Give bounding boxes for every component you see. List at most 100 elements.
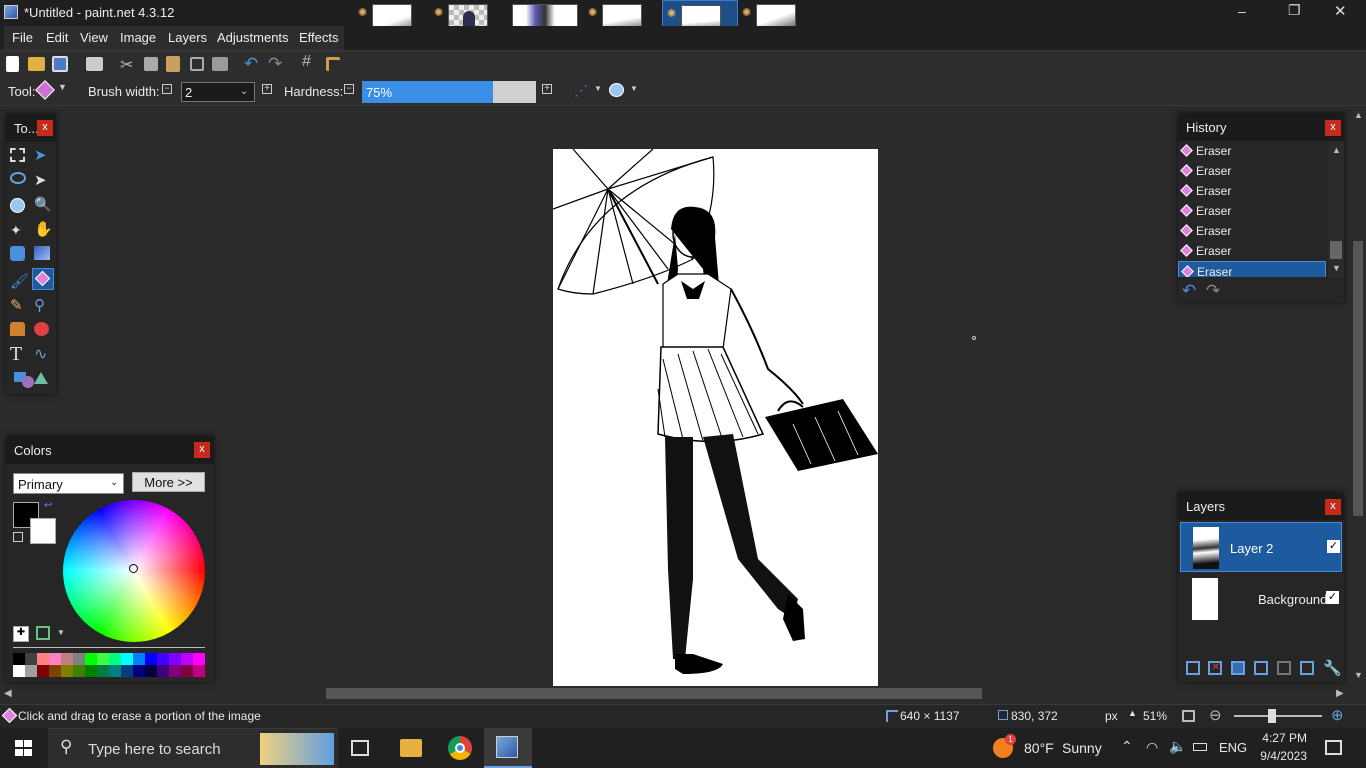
file-explorer-icon[interactable] [400,739,422,757]
move-selection-icon[interactable]: ➤ [34,171,52,189]
menu-effects[interactable]: Effects [295,30,343,48]
palette-swatch[interactable] [169,665,181,677]
chevron-up-icon[interactable]: ▲ [1128,708,1137,718]
units-selector[interactable]: px [1105,709,1118,723]
cut-icon[interactable]: ✂ [120,55,133,75]
palette-swatch[interactable] [97,653,109,665]
restore-button[interactable]: ❐ [1288,2,1301,19]
shapes-icon[interactable] [14,370,48,388]
palette-swatch[interactable] [13,665,25,677]
print-icon[interactable] [86,57,103,71]
chevron-down-icon[interactable]: ▼ [594,84,602,93]
deselect-icon[interactable] [212,57,228,71]
clone-stamp-icon[interactable] [10,322,25,336]
palette-swatch[interactable] [73,665,85,677]
scroll-left-arrow[interactable]: ◀ [4,688,12,699]
history-item[interactable]: Eraser [1178,261,1326,277]
paint-bucket-icon[interactable] [10,246,25,261]
brush-width-decrease[interactable]: − [162,84,172,94]
color-wheel-cursor[interactable] [129,564,138,573]
hardness-slider[interactable]: 75% [362,81,536,103]
scroll-up-arrow[interactable]: ▲ [1354,110,1363,120]
history-item[interactable]: Eraser [1178,241,1326,261]
taskbar-search-box[interactable]: ⚲ Type here to search [48,728,338,768]
palette-swatch[interactable] [133,653,145,665]
secondary-color-swatch[interactable] [30,518,56,544]
palette-swatch[interactable] [13,653,25,665]
color-wheel[interactable] [63,500,205,642]
recolor-icon[interactable] [34,322,49,336]
history-item[interactable]: Eraser [1178,161,1326,181]
blend-mode-icon[interactable] [609,83,624,97]
history-item[interactable]: Eraser [1178,221,1326,241]
palette-swatch[interactable] [193,665,205,677]
palette-swatch[interactable] [37,653,49,665]
history-item[interactable]: Eraser [1178,181,1326,201]
vertical-scrollbar[interactable]: ▲ ▼ [1350,106,1366,686]
horizontal-scrollbar[interactable]: ◀ ▶ [0,686,1350,702]
line-curve-icon[interactable]: ∿ [34,344,52,363]
save-icon[interactable] [52,56,68,72]
task-view-icon[interactable] [351,740,369,756]
clock-time[interactable]: 4:27 PM [1259,731,1307,745]
delete-layer-icon[interactable]: ✕ [1208,661,1222,675]
open-icon[interactable] [28,57,45,71]
color-picker-icon[interactable]: ⚲ [34,296,52,314]
undo-icon[interactable]: ↶ [244,54,258,74]
zoom-out-icon[interactable]: ⊖ [1209,706,1222,724]
notification-center-icon[interactable] [1325,740,1342,755]
language-indicator[interactable]: ENG [1219,740,1247,755]
search-highlight-icon[interactable] [260,733,334,765]
menu-image[interactable]: Image [116,30,160,48]
chevron-down-icon[interactable]: ⌄ [240,86,248,97]
battery-icon[interactable] [1193,743,1207,751]
text-icon[interactable]: T [10,344,28,365]
horizontal-scroll-thumb[interactable] [326,688,982,699]
pencil-icon[interactable]: ✎ [10,296,28,314]
hardness-decrease[interactable]: − [344,84,354,94]
lasso-select-icon[interactable] [10,172,26,184]
palette-swatch[interactable] [109,653,121,665]
chevron-down-icon[interactable]: ▼ [630,84,638,93]
layer-properties-icon[interactable]: 🔧 [1323,659,1342,677]
palette-swatch[interactable] [97,665,109,677]
layer-row-background[interactable]: Background ✓ [1180,574,1342,624]
history-scrollbar[interactable]: ▲ ▼ [1328,141,1344,277]
zoom-slider[interactable] [1234,715,1322,717]
zoom-slider-thumb[interactable] [1268,709,1276,723]
crop-icon[interactable] [190,57,204,71]
wifi-icon[interactable]: ◠ [1146,739,1158,756]
palette-swatch[interactable] [145,665,157,677]
magic-wand-icon[interactable]: ✦ [10,222,28,240]
ruler-icon[interactable] [326,57,340,71]
menu-adjustments[interactable]: Adjustments [213,30,293,48]
history-item[interactable]: Eraser [1178,141,1326,161]
more-colors-button[interactable]: More >> [132,472,205,492]
palette-swatch[interactable] [109,665,121,677]
layers-panel-close[interactable]: x [1325,499,1341,515]
chevron-down-icon[interactable]: ⌄ [110,477,118,488]
colors-panel-close[interactable]: x [194,442,210,458]
image-canvas[interactable] [553,149,878,686]
windows-start-icon[interactable] [15,740,33,757]
menu-layers[interactable]: Layers [164,30,211,48]
redo-icon[interactable]: ↷ [268,54,282,74]
antialiasing-icon[interactable]: ⋰ [574,82,588,99]
layer-visibility-checkbox[interactable]: ✓ [1327,540,1340,553]
menu-file[interactable]: File [8,30,37,48]
palette-swatch[interactable] [25,653,37,665]
history-scroll-thumb[interactable] [1330,241,1342,259]
eraser-icon[interactable] [32,268,54,290]
scroll-up-arrow[interactable]: ▲ [1332,145,1341,155]
scroll-down-arrow[interactable]: ▼ [1354,670,1363,680]
paste-icon[interactable] [166,56,180,72]
brush-width-increase[interactable]: + [262,84,272,94]
menu-view[interactable]: View [76,30,112,48]
pan-icon[interactable]: ✋ [34,220,53,238]
history-undo-icon[interactable]: ↶ [1182,281,1196,301]
clock-date[interactable]: 9/4/2023 [1256,749,1307,763]
palette-swatch[interactable] [121,665,133,677]
paintbrush-icon[interactable]: 🖌 [10,272,29,290]
palette-swatch[interactable] [61,665,73,677]
palette-swatch[interactable] [73,653,85,665]
